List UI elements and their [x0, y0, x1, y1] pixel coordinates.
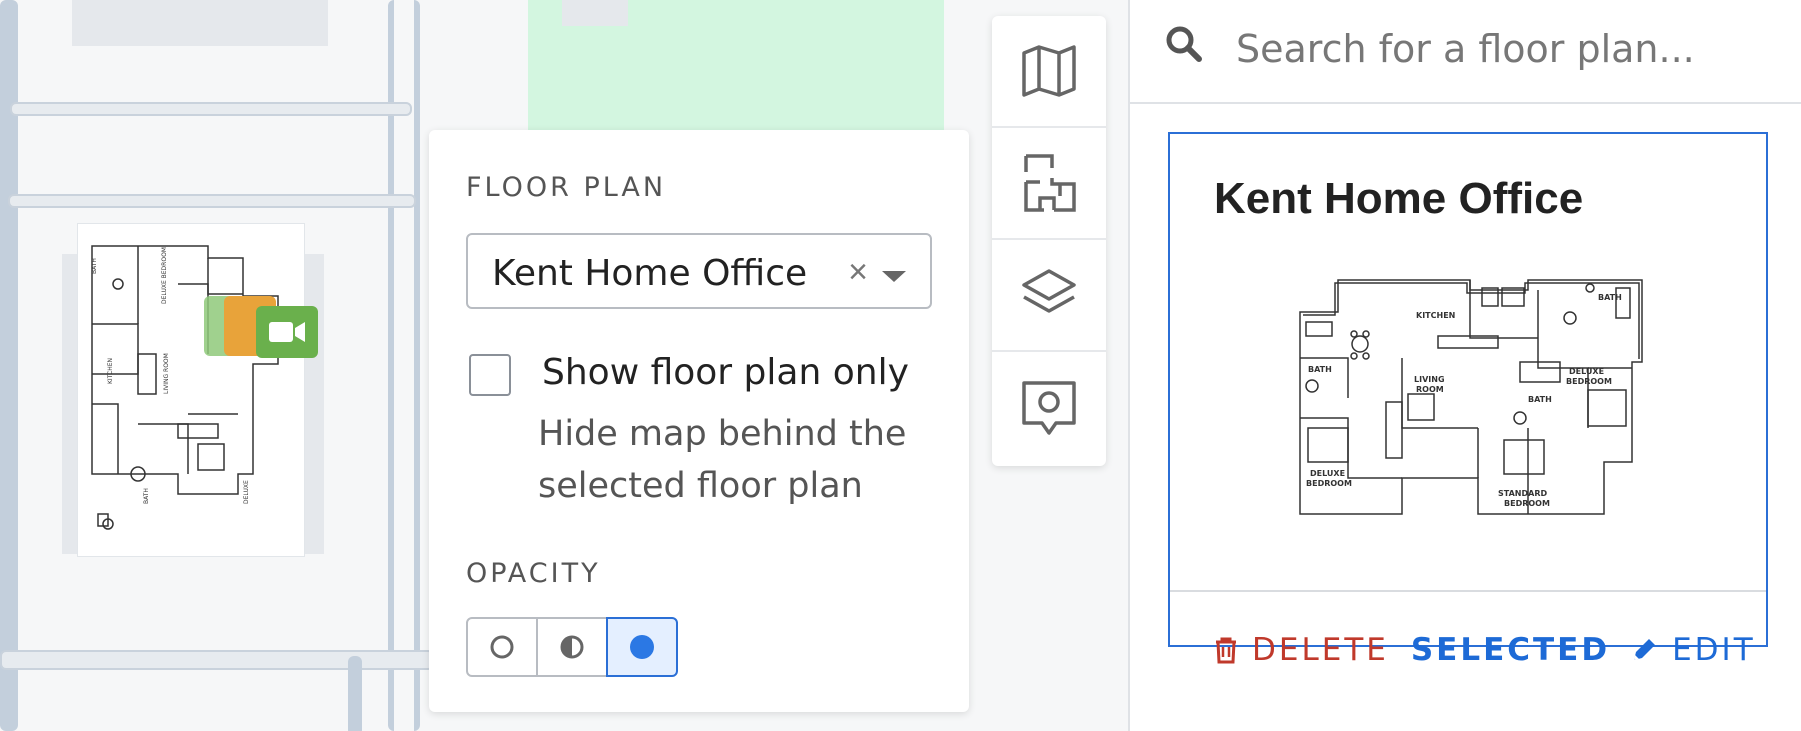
map-toolbar [992, 16, 1106, 466]
opacity-opaque-button[interactable] [606, 617, 678, 677]
svg-text:BEDROOM: BEDROOM [1504, 499, 1550, 508]
search-input[interactable] [1234, 18, 1758, 80]
map-road [348, 656, 362, 731]
layers-icon [1022, 269, 1076, 313]
map-building [562, 0, 628, 26]
location-marker-icon [1022, 381, 1076, 435]
map-building [72, 0, 328, 46]
chevron-down-icon[interactable] [882, 271, 906, 282]
map-road [10, 102, 412, 116]
svg-text:ROOM: ROOM [1416, 385, 1444, 394]
floor-plan-card-actions: DELETE SELECTED EDIT [1214, 632, 1756, 668]
location-marker-button[interactable] [992, 352, 1106, 464]
floor-plan-settings-panel: FLOOR PLAN Kent Home Office × Show floor… [429, 130, 969, 712]
search-icon [1166, 26, 1202, 62]
svg-text:DELUXE BEDROOM: DELUXE BEDROOM [161, 247, 168, 304]
svg-text:LIVING: LIVING [1414, 375, 1445, 384]
trash-icon [1216, 637, 1236, 664]
floor-plan-tool-button[interactable] [992, 128, 1106, 240]
camera-marker-icon[interactable] [256, 306, 318, 358]
map-road [8, 194, 416, 208]
svg-text:STANDARD: STANDARD [1498, 489, 1547, 498]
floor-plan-card-title: Kent Home Office [1214, 174, 1584, 223]
pencil-icon [1634, 639, 1656, 660]
svg-text:BEDROOM: BEDROOM [1306, 479, 1352, 488]
svg-text:BATH: BATH [91, 258, 98, 274]
edit-label: EDIT [1672, 632, 1756, 668]
show-floor-plan-only-help: Hide map behind the selected floor plan [538, 414, 907, 506]
svg-text:KITCHEN: KITCHEN [1416, 311, 1455, 320]
floor-plan-icon [1024, 154, 1076, 212]
opacity-transparent-button[interactable] [466, 617, 538, 677]
filled-circle-icon [630, 635, 654, 659]
delete-label: DELETE [1252, 632, 1389, 668]
floor-plan-select[interactable]: Kent Home Office × [466, 233, 932, 309]
svg-text:BATH: BATH [143, 488, 150, 504]
svg-text:BEDROOM: BEDROOM [1566, 377, 1612, 386]
svg-text:DELUXE: DELUXE [243, 480, 250, 504]
floor-plan-section-label: FLOOR PLAN [466, 172, 667, 203]
opacity-half-button[interactable] [536, 617, 608, 677]
layers-button[interactable] [992, 240, 1106, 352]
map-view-button[interactable] [992, 16, 1106, 128]
map-icon [1022, 45, 1076, 97]
svg-text:BATH: BATH [1528, 395, 1552, 404]
floor-plan-sidebar: Kent Home Office [1128, 0, 1801, 731]
svg-text:BATH: BATH [1308, 365, 1332, 374]
svg-text:KITCHEN: KITCHEN [107, 358, 114, 384]
svg-text:BATH: BATH [1598, 293, 1622, 302]
floor-plan-card[interactable]: Kent Home Office KITCHEN BATH BATH LIVIN… [1168, 132, 1768, 668]
svg-text:LIVING ROOM: LIVING ROOM [163, 353, 170, 394]
floor-plan-select-value: Kent Home Office [492, 253, 808, 294]
svg-text:DELUXE: DELUXE [1310, 469, 1345, 478]
map-road [0, 650, 434, 670]
show-floor-plan-only-label[interactable]: Show floor plan only [542, 352, 909, 393]
delete-button[interactable]: DELETE [1214, 632, 1389, 668]
opacity-section-label: OPACITY [466, 558, 601, 589]
empty-circle-icon [490, 635, 514, 659]
floor-plan-overlay[interactable]: BATH DELUXE BEDROOM KITCHEN LIVING ROOM … [78, 224, 304, 556]
show-floor-plan-only-checkbox[interactable] [469, 354, 511, 396]
selected-status: SELECTED [1410, 632, 1611, 668]
svg-text:DELUXE: DELUXE [1569, 367, 1604, 376]
clear-icon[interactable]: × [848, 253, 868, 292]
card-divider [1170, 590, 1766, 592]
floor-plan-thumbnail: KITCHEN BATH BATH LIVING ROOM BATH DELUX… [1298, 278, 1643, 520]
half-circle-icon [560, 635, 584, 659]
edit-button[interactable]: EDIT [1630, 632, 1756, 668]
search-bar [1130, 0, 1801, 104]
opacity-toggle-group [466, 617, 678, 677]
